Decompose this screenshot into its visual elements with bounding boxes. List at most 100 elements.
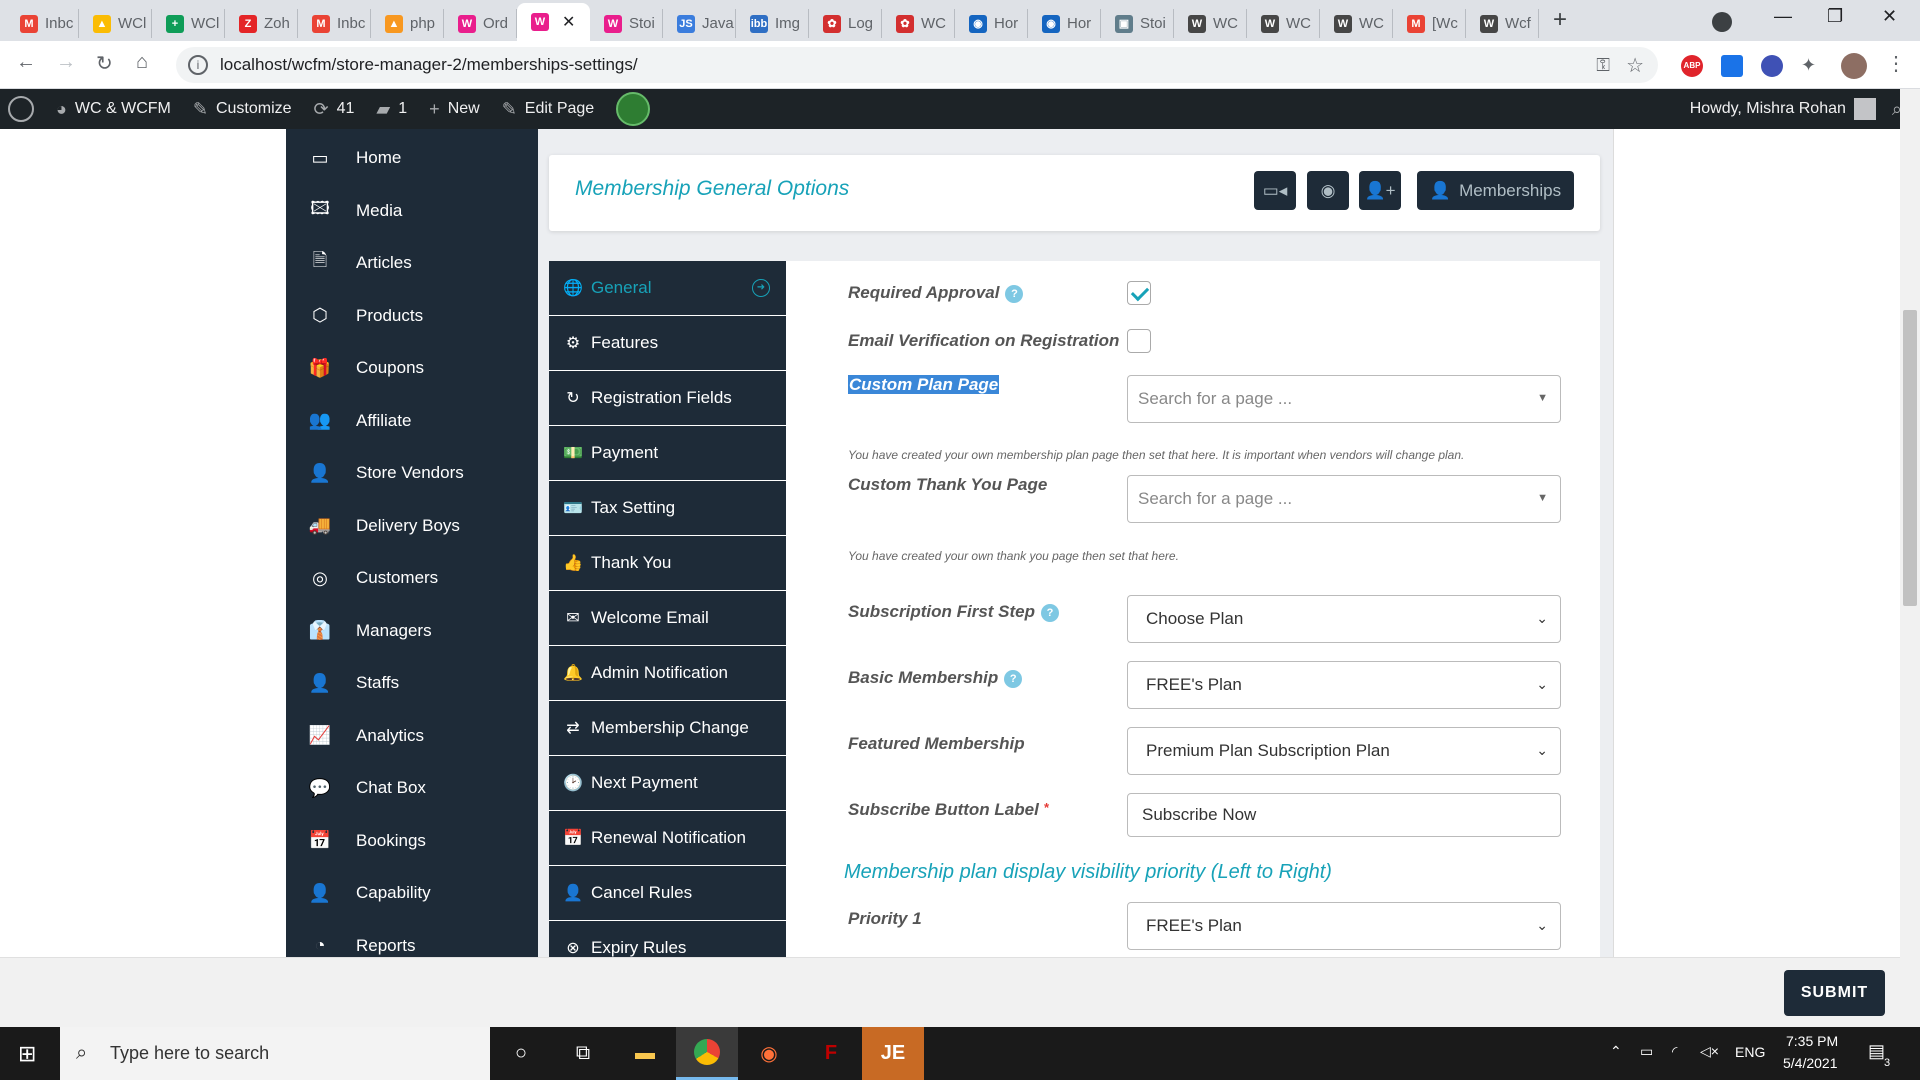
avatar[interactable] <box>1841 53 1867 79</box>
tab-thank-you[interactable]: 👍 Thank You <box>549 536 786 591</box>
subscription-first-step-select[interactable]: Choose Plan ⌄ <box>1127 595 1561 643</box>
browser-tab[interactable]: ✿ Log <box>809 9 882 38</box>
tab-features[interactable]: ⚙ Features <box>549 316 786 371</box>
sidebar-item-media[interactable]: 🖾 Media <box>286 185 538 238</box>
restore-button[interactable]: ❐ <box>1827 6 1843 27</box>
puzzle-icon[interactable]: ✦ <box>1801 55 1823 77</box>
screenshot-ext-icon[interactable] <box>1721 55 1743 77</box>
tab-admin-notification[interactable]: 🔔 Admin Notification <box>549 646 786 701</box>
adblock-icon[interactable]: ABP <box>1681 55 1703 77</box>
sidebar-item-coupons[interactable]: 🎁 Coupons <box>286 342 538 395</box>
email-verification-checkbox[interactable] <box>1127 329 1151 353</box>
customize-link[interactable]: ✎ Customize <box>193 99 292 120</box>
new-tab-button[interactable]: + <box>1553 6 1567 34</box>
jetbrains-icon[interactable]: JE <box>862 1027 924 1080</box>
browser-tab[interactable]: W WC <box>1320 9 1393 38</box>
browser-tab[interactable]: ◉ Hor <box>1028 9 1101 38</box>
wordpress-logo-icon[interactable] <box>8 96 34 122</box>
cortana-icon[interactable]: ○ <box>490 1027 552 1080</box>
clock-time[interactable]: 7:35 PM <box>1786 1033 1838 1049</box>
chrome-taskbar-icon[interactable] <box>676 1027 738 1080</box>
custom-plan-page-select[interactable]: Search for a page ... ▼ <box>1127 375 1561 423</box>
close-tab-icon[interactable]: ✕ <box>562 12 575 32</box>
forward-icon[interactable]: → <box>56 51 76 74</box>
back-icon[interactable]: ← <box>16 51 36 74</box>
taskbar-search-input[interactable]: ⌕ Type here to search <box>60 1027 490 1080</box>
sidebar-item-customers[interactable]: ◎ Customers <box>286 552 538 605</box>
help-icon[interactable]: ? <box>1004 669 1023 688</box>
subscribe-button-label-input[interactable]: Subscribe Now <box>1127 793 1561 837</box>
tab-renewal-notification[interactable]: 📅 Renewal Notification <box>549 811 786 866</box>
featured-membership-select[interactable]: Premium Plan Subscription Plan ⌄ <box>1127 727 1561 775</box>
help-icon[interactable]: ? <box>1005 284 1024 303</box>
sidebar-item-affiliate[interactable]: 👥 Affiliate <box>286 395 538 448</box>
browser-tab[interactable]: ◉ Hor <box>955 9 1028 38</box>
file-explorer-icon[interactable]: ▬ <box>614 1027 676 1080</box>
close-window-button[interactable]: ✕ <box>1882 6 1897 27</box>
site-name-link[interactable]: ◕ WC & WCFM <box>56 99 171 120</box>
home-icon[interactable]: ⌂ <box>136 51 148 74</box>
tab-welcome-email[interactable]: ✉ Welcome Email <box>549 591 786 646</box>
browser-tab[interactable]: W Wcf <box>1466 9 1539 38</box>
sidebar-item-store-vendors[interactable]: 👤 Store Vendors <box>286 447 538 500</box>
minimize-button[interactable]: — <box>1774 6 1792 27</box>
tab-expiry-rules[interactable]: ⊗ Expiry Rules <box>549 921 786 957</box>
browser-tab[interactable]: ▲ WCl <box>79 9 152 38</box>
chrome-menu-icon[interactable]: ⋮ <box>1886 51 1906 76</box>
sidebar-item-products[interactable]: ⬡ Products <box>286 290 538 343</box>
browser-tab[interactable]: W ✕ <box>517 3 590 41</box>
sidebar-item-analytics[interactable]: 📈 Analytics <box>286 710 538 763</box>
tab-membership-change[interactable]: ⇄ Membership Change <box>549 701 786 756</box>
battery-icon[interactable]: ▭ <box>1640 1043 1653 1060</box>
browser-tab[interactable]: W Ord <box>444 9 517 38</box>
key-icon[interactable]: ⚿ <box>1596 55 1610 76</box>
sidebar-item-bookings[interactable]: 📅 Bookings <box>286 815 538 868</box>
browser-tab[interactable]: ▲ php <box>371 9 444 38</box>
sidebar-item-chat-box[interactable]: 💬 Chat Box <box>286 762 538 815</box>
task-view-icon[interactable]: ⧉ <box>552 1027 614 1080</box>
new-content-link[interactable]: + New <box>429 99 480 120</box>
updates-link[interactable]: ⟳ 41 <box>314 99 355 120</box>
extension-badge-icon[interactable] <box>1761 55 1783 77</box>
preview-button[interactable]: ◉ <box>1307 171 1349 210</box>
sidebar-item-managers[interactable]: 👔 Managers <box>286 605 538 658</box>
browser-tab[interactable]: M Inbc <box>6 9 79 38</box>
browser-tab[interactable]: ▣ Stoi <box>1101 9 1174 38</box>
browser-tab[interactable]: JS Java <box>663 9 736 38</box>
sidebar-item-capability[interactable]: 👤 Capability <box>286 867 538 920</box>
browser-tab[interactable]: W Stoi <box>590 9 663 38</box>
browser-tab[interactable]: + WCl <box>152 9 225 38</box>
filezilla-icon[interactable]: F <box>800 1027 862 1080</box>
windows-start-icon[interactable]: ⊞ <box>18 1041 36 1067</box>
sidebar-item-reports[interactable]: ◔ Reports <box>286 920 538 958</box>
tab-payment[interactable]: 💵 Payment <box>549 426 786 481</box>
custom-thank-you-page-select[interactable]: Search for a page ... ▼ <box>1127 475 1561 523</box>
wifi-icon[interactable]: ◜ <box>1672 1043 1677 1060</box>
browser-tab[interactable]: W WC <box>1174 9 1247 38</box>
volume-icon[interactable]: ◁× <box>1700 1043 1719 1060</box>
site-info-icon[interactable]: i <box>188 55 208 75</box>
browser-tab[interactable]: M Inbc <box>298 9 371 38</box>
firefox-icon[interactable]: ◉ <box>738 1027 800 1080</box>
language-indicator[interactable]: ENG <box>1735 1044 1765 1060</box>
omnibox[interactable]: i localhost/wcfm/store-manager-2/members… <box>176 47 1658 83</box>
tab-general[interactable]: 🌐 General ➜ <box>549 261 786 316</box>
notifications-icon[interactable]: ▤ <box>1868 1041 1885 1062</box>
memberships-button[interactable]: 👤 Memberships <box>1417 171 1574 210</box>
sidebar-item-staffs[interactable]: 👤 Staffs <box>286 657 538 710</box>
bookmark-star-icon[interactable]: ☆ <box>1626 53 1644 78</box>
browser-tab[interactable]: ibb Img <box>736 9 809 38</box>
browser-tab[interactable]: Z Zoh <box>225 9 298 38</box>
edit-page-link[interactable]: ✎ Edit Page <box>502 99 594 120</box>
browser-tab[interactable]: ✿ WC <box>882 9 955 38</box>
browser-tab[interactable]: W WC <box>1247 9 1320 38</box>
required-approval-checkbox[interactable] <box>1127 281 1151 305</box>
help-icon[interactable]: ? <box>1041 603 1060 622</box>
browser-tab[interactable]: M [Wc <box>1393 9 1466 38</box>
sidebar-item-home[interactable]: ▭ Home <box>286 132 538 185</box>
reload-icon[interactable]: ↻ <box>96 51 113 76</box>
profile-menu-icon[interactable] <box>1712 12 1732 32</box>
my-account-menu[interactable]: Howdy, Mishra Rohan ⌕ <box>1690 98 1920 120</box>
add-member-button[interactable]: 👤+ <box>1359 171 1401 210</box>
priority1-select[interactable]: FREE's Plan ⌄ <box>1127 902 1561 950</box>
